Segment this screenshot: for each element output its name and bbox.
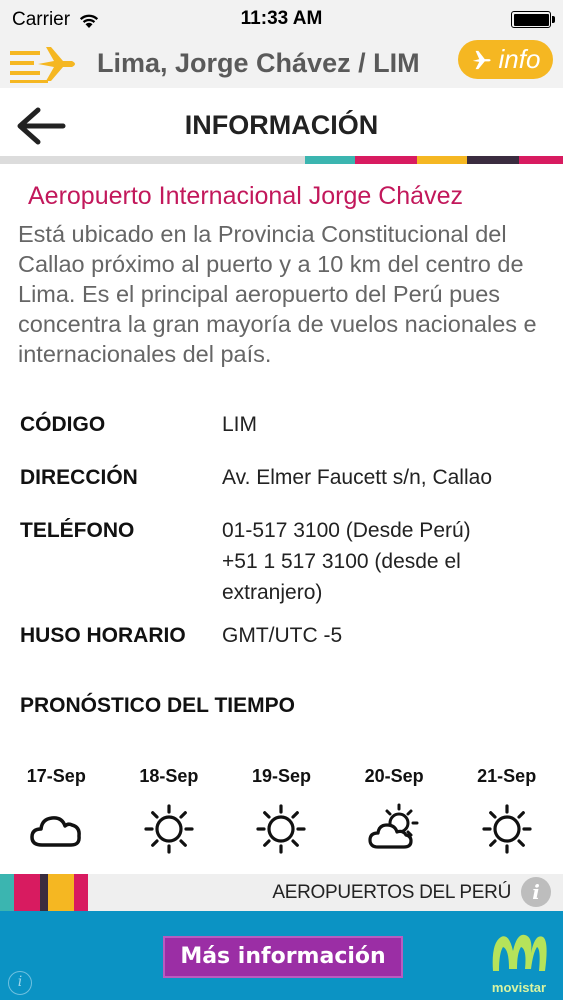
code-value: LIM	[222, 413, 258, 436]
footer-color-bars	[0, 874, 88, 911]
info-button[interactable]: info	[458, 40, 553, 79]
page-title: INFORMACIÓN	[184, 110, 379, 140]
movistar-logo: movistar	[487, 923, 551, 995]
menu-plane-icon[interactable]	[8, 44, 80, 84]
sun-icon	[144, 804, 194, 854]
phone-value: 01-517 3100 (Desde Perú) +51 1 517 3100 …	[222, 515, 471, 608]
partly-cloudy-icon	[368, 803, 419, 849]
forecast-date: 20-Sep	[364, 766, 424, 786]
nav-bar: INFORMACIÓN	[0, 88, 563, 164]
status-bar: Carrier 11:33 AM	[0, 0, 563, 40]
forecast-date: 21-Sep	[477, 766, 537, 786]
forecast-day: 19-Sep	[225, 766, 338, 866]
movistar-m-icon	[492, 934, 547, 971]
forecast-day: 18-Sep	[113, 766, 226, 866]
sun-icon	[482, 804, 532, 854]
phone-label: TELÉFONO	[20, 519, 135, 542]
forecast-day: 20-Sep	[338, 766, 451, 866]
airport-description: Está ubicado en la Provincia Constitucio…	[18, 221, 537, 367]
address-value: Av. Elmer Faucett s/n, Callao	[222, 466, 492, 489]
code-label: CÓDIGO	[20, 413, 106, 436]
phone-national: 01-517 3100 (Desde Perú)	[222, 519, 471, 542]
info-circle-icon[interactable]: i	[521, 877, 551, 907]
forecast-day: 17-Sep	[0, 766, 113, 866]
forecast-date: 18-Sep	[139, 766, 199, 786]
address-label: DIRECCIÓN	[20, 466, 138, 489]
status-time: 11:33 AM	[240, 8, 323, 29]
footer-text: AEROPUERTOS DEL PERÚ	[272, 882, 511, 903]
more-info-button[interactable]: Más información	[163, 936, 403, 978]
forecast-title: PRONÓSTICO DEL TIEMPO	[20, 694, 295, 717]
ad-banner[interactable]: Más información i movistar	[0, 911, 563, 1000]
info-button-label: info	[498, 44, 541, 74]
airport-name: Aeropuerto Internacional Jorge Chávez	[28, 182, 463, 210]
phone-international: +51 1 517 3100 (desde el	[222, 550, 461, 573]
color-stripe	[0, 156, 563, 164]
app-header: Lima, Jorge Chávez / LIM info	[0, 40, 563, 88]
forecast-date: 17-Sep	[26, 766, 86, 786]
phone-international-note: extranjero)	[222, 581, 323, 604]
forecast-date: 19-Sep	[251, 766, 311, 786]
timezone-label: HUSO HORARIO	[20, 624, 186, 647]
movistar-brand: movistar	[491, 980, 547, 995]
footer-band: AEROPUERTOS DEL PERÚ i	[0, 874, 563, 911]
timezone-value: GMT/UTC -5	[222, 624, 343, 647]
forecast-day: 21-Sep	[450, 766, 563, 866]
cloud-icon	[30, 816, 82, 847]
plane-icon	[472, 50, 491, 69]
ad-info-icon[interactable]: i	[8, 971, 32, 995]
sun-icon	[256, 804, 307, 854]
airport-header-title: Lima, Jorge Chávez / LIM	[97, 48, 420, 78]
battery-icon	[511, 11, 555, 28]
forecast-list: 17-Sep 18-Sep 19-Sep 20-Sep 21-Sep	[0, 766, 563, 866]
